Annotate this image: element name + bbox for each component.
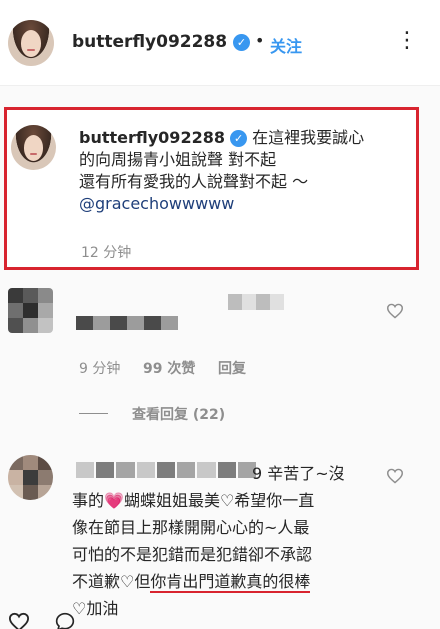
like-heart-icon[interactable] [386, 468, 404, 484]
post-header: butterfly092288 ✓ • 关注 ⋮ [0, 0, 440, 86]
caption-avatar[interactable] [11, 125, 56, 170]
comment-2-line-4: 可怕的不是犯錯而是犯錯卻不承認 [72, 545, 313, 564]
action-bar [0, 604, 440, 629]
header-separator: • [255, 31, 265, 50]
comment-avatar-redacted[interactable] [8, 455, 53, 500]
comment-avatar-redacted[interactable] [8, 288, 53, 333]
highlighted-caption: butterfly092288 ✓ 在這裡我要誠心 的向周揚青小姐說聲 對不起 … [4, 107, 419, 270]
caption-mention-link[interactable]: @gracechowwwww [79, 194, 234, 213]
comment-2-line-5: 不道歉♡但你肯出門道歉真的很棒 [72, 572, 311, 593]
reply-button[interactable]: 回复 [218, 358, 246, 378]
comment-2-line-2: 事的💗蝴蝶姐姐最美♡希望你一直 [72, 491, 315, 510]
caption-timestamp: 12 分钟 [81, 245, 132, 261]
comment-2-line-1: 9 辛苦了~沒 [252, 464, 345, 483]
comment-bubble-icon[interactable] [54, 612, 76, 629]
verified-badge-icon: ✓ [230, 130, 248, 147]
caption-line-2: 的向周揚青小姐說聲 對不起 [79, 150, 277, 169]
replies-divider [79, 413, 108, 414]
redacted-text-block [76, 316, 178, 330]
caption-line-1: 在這裡我要誠心 [252, 128, 365, 147]
author-avatar[interactable] [8, 20, 54, 66]
verified-badge-icon: ✓ [233, 34, 250, 51]
comment-timestamp: 9 分钟 [79, 361, 121, 377]
post-like-heart-icon[interactable] [8, 612, 30, 629]
caption-text: butterfly092288 ✓ 在這裡我要誠心 的向周揚青小姐說聲 對不起 … [79, 127, 414, 215]
comment-like-count[interactable]: 99 次赞 [143, 358, 195, 378]
underlined-phrase: 你肯出門道歉真的很棒 [150, 572, 311, 593]
pink-heart-icon: 💗 [104, 491, 124, 510]
like-heart-icon[interactable] [386, 303, 404, 319]
caption-line-3: 還有所有愛我的人說聲對不起 ～ [79, 172, 309, 191]
comment-2-text: 9 辛苦了~沒 事的💗蝴蝶姐姐最美♡希望你一直 像在節目上那樣開開心心的~人最 … [72, 460, 368, 622]
caption-username[interactable]: butterfly092288 [79, 128, 225, 147]
follow-button[interactable]: 关注 [270, 33, 302, 57]
author-username[interactable]: butterfly092288 [72, 32, 227, 52]
view-replies-button[interactable]: 查看回复 (22) [132, 404, 225, 424]
more-options-icon[interactable]: ⋮ [396, 28, 419, 53]
redacted-text-block [228, 294, 284, 310]
comment-2-line-3: 像在節目上那樣開開心心的~人最 [72, 518, 310, 537]
